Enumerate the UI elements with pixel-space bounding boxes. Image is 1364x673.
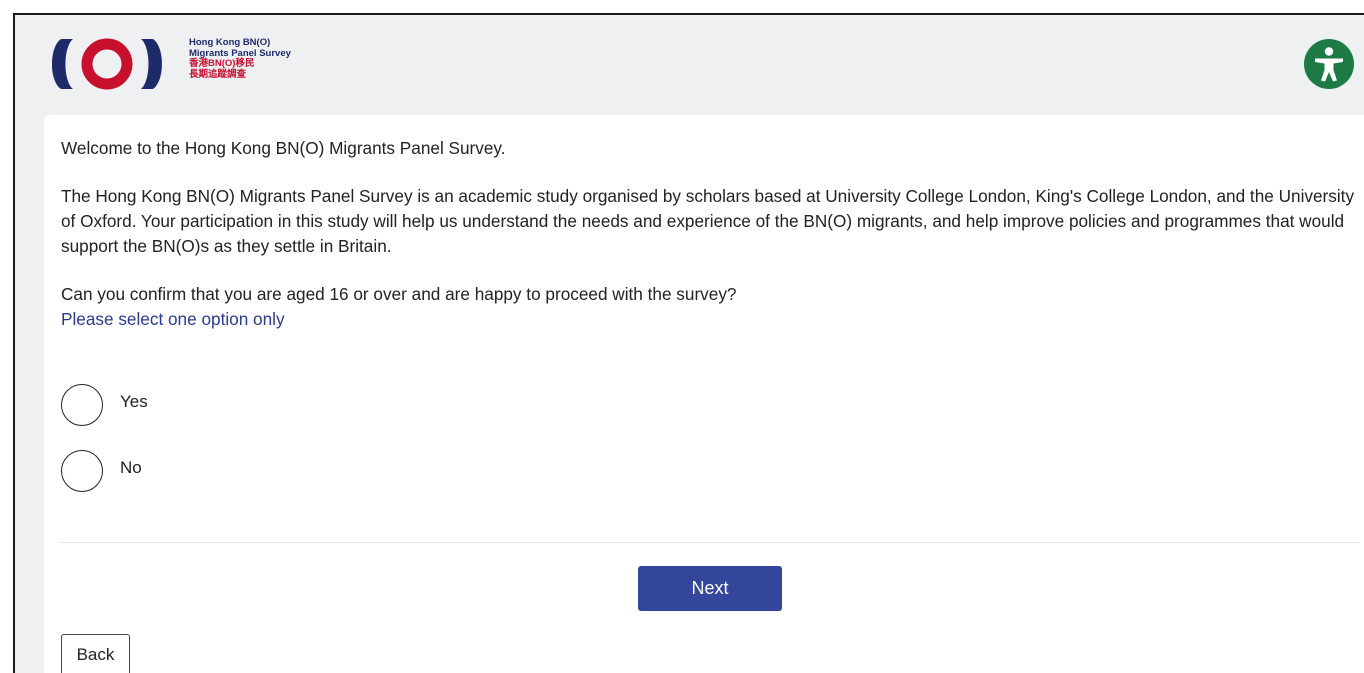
intro-text: The Hong Kong BN(O) Migrants Panel Surve… — [61, 186, 1355, 256]
survey-card: Welcome to the Hong Kong BN(O) Migrants … — [44, 115, 1364, 673]
question-text: Can you confirm that you are aged 16 or … — [61, 284, 737, 304]
logo-icon — [52, 38, 162, 90]
option-no-label[interactable]: No — [120, 458, 142, 478]
welcome-text: Welcome to the Hong Kong BN(O) Migrants … — [61, 138, 506, 158]
header: Hong Kong BN(O) Migrants Panel Survey 香港… — [15, 15, 1364, 115]
radio-yes[interactable] — [61, 384, 103, 426]
survey-content: Welcome to the Hong Kong BN(O) Migrants … — [61, 136, 1361, 332]
logo-title-zh-2: 長期追蹤調查 — [189, 68, 247, 80]
logo-title-zh-1: 香港BN(O)移民 — [189, 58, 255, 69]
option-no[interactable]: No — [61, 450, 142, 492]
accessibility-icon — [1315, 47, 1343, 82]
option-yes-label[interactable]: Yes — [120, 392, 148, 412]
instruction-text: Please select one option only — [61, 309, 285, 329]
divider — [61, 542, 1360, 543]
survey-window: Hong Kong BN(O) Migrants Panel Survey 香港… — [13, 13, 1364, 673]
next-button[interactable]: Next — [638, 566, 782, 611]
option-yes[interactable]: Yes — [61, 384, 148, 426]
radio-no[interactable] — [61, 450, 103, 492]
back-button[interactable]: Back — [61, 634, 130, 673]
accessibility-button[interactable] — [1304, 39, 1354, 89]
logo-title-en-1: Hong Kong BN(O) — [189, 37, 271, 48]
logo-text: Hong Kong BN(O) Migrants Panel Survey 香港… — [189, 37, 291, 80]
